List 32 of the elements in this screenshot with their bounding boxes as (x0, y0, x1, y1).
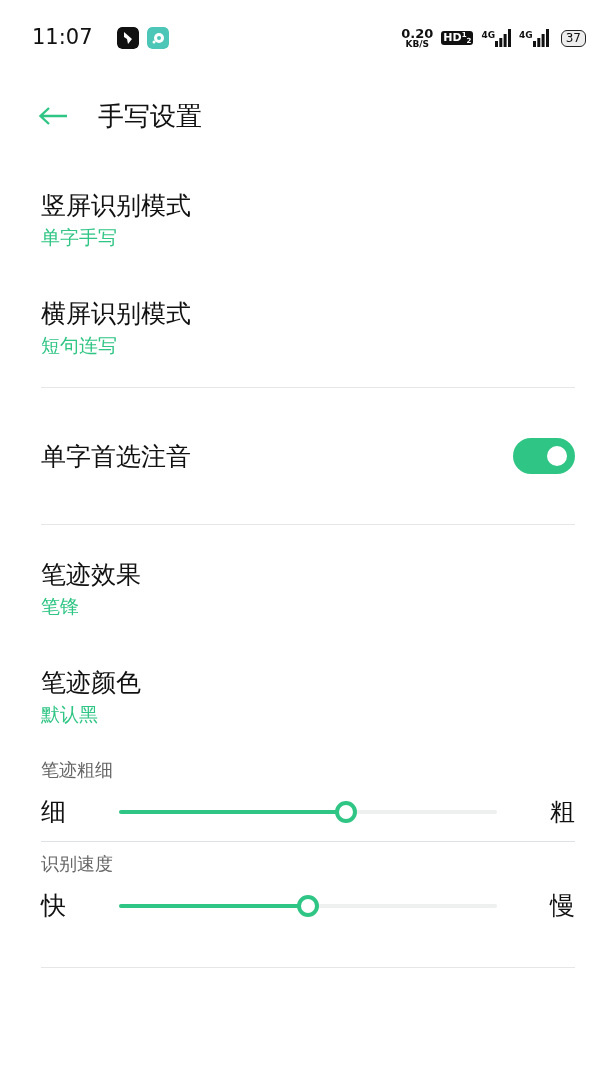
slider-min-label: 细 (41, 796, 67, 829)
slider-thumb[interactable] (334, 801, 357, 823)
setting-title: 竖屏识别模式 (41, 190, 192, 222)
toggle-switch[interactable] (513, 438, 575, 474)
setting-title: 单字首选注音 (41, 440, 191, 473)
setting-value[interactable]: 笔锋 (41, 592, 575, 621)
slider-label: 识别速度 (41, 852, 114, 876)
setting-value[interactable]: 默认黑 (41, 699, 575, 728)
slider-max-label: 慢 (548, 890, 575, 923)
setting-title: 横屏识别模式 (41, 297, 192, 330)
slider-label: 笔迹粗细 (41, 758, 114, 782)
network-type: 4G (519, 29, 533, 42)
signal-icon (532, 29, 549, 47)
battery-level: 37 (560, 29, 586, 47)
chat-app-icon (146, 27, 169, 49)
page-title: 手写设置 (98, 99, 202, 133)
slider-max-label: 粗 (549, 796, 575, 829)
slider-thumb[interactable] (297, 895, 319, 917)
setting-value[interactable]: 单字手写 (41, 223, 575, 252)
setting-title: 笔迹颜色 (41, 666, 142, 699)
setting-title: 笔迹效果 (41, 559, 142, 591)
network-type: 4G (481, 29, 496, 42)
setting-value[interactable]: 短句连写 (41, 330, 575, 359)
bird-app-icon (116, 27, 139, 49)
slider-min-label: 快 (41, 890, 67, 923)
net-speed-unit: KB/S (404, 40, 431, 49)
slider-track[interactable] (119, 801, 497, 823)
slider-track[interactable] (119, 895, 497, 917)
net-speed: 0.20 (401, 27, 434, 40)
back-icon[interactable] (38, 106, 68, 126)
clock: 11:07 (32, 24, 93, 52)
signal-icon (495, 29, 512, 47)
